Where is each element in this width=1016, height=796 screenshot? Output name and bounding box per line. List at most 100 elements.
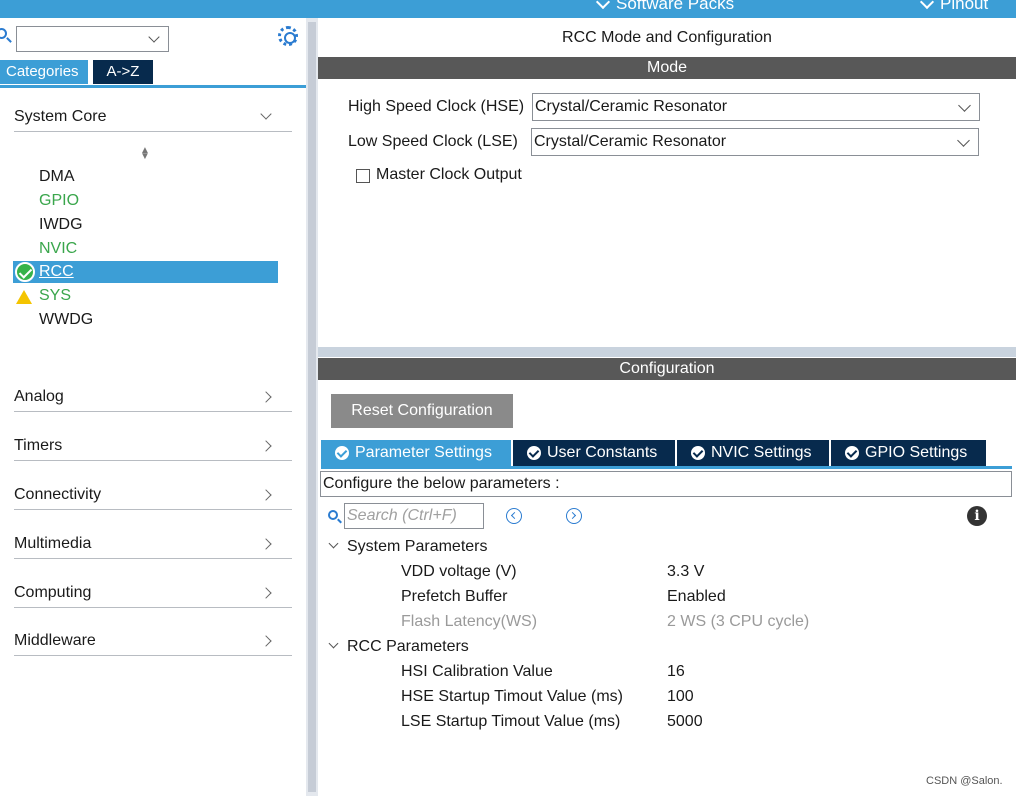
pinout-menu[interactable]: Pinout bbox=[919, 0, 989, 14]
tab-parameter-settings[interactable]: Parameter Settings bbox=[321, 440, 511, 466]
watermark: CSDN @Salon. bbox=[926, 775, 1003, 787]
info-icon[interactable]: i bbox=[967, 506, 987, 526]
previous-match-icon[interactable] bbox=[506, 508, 522, 524]
chevron-down-icon bbox=[595, 0, 611, 10]
check-circle-icon bbox=[335, 446, 349, 460]
category-label: Analog bbox=[14, 388, 64, 405]
sort-icon[interactable]: ▲ ▼ bbox=[140, 146, 150, 162]
category-connectivity[interactable]: Connectivity bbox=[14, 480, 292, 510]
category-label: Timers bbox=[14, 437, 63, 454]
search-icon bbox=[328, 510, 338, 520]
param-name[interactable]: Prefetch Buffer bbox=[401, 585, 507, 609]
category-system-core[interactable]: System Core bbox=[14, 102, 292, 132]
sidebar-item-wwdg[interactable]: WWDG bbox=[39, 309, 93, 331]
param-name[interactable]: LSE Startup Timout Value (ms) bbox=[401, 710, 620, 734]
chevron-right-icon bbox=[260, 538, 272, 550]
param-value[interactable]: 16 bbox=[667, 660, 685, 684]
scrollbar-thumb[interactable] bbox=[308, 22, 316, 792]
group-label: RCC Parameters bbox=[347, 638, 469, 655]
left-panel-scrollbar[interactable] bbox=[306, 18, 318, 796]
category-label: Multimedia bbox=[14, 535, 92, 552]
param-name[interactable]: HSE Startup Timout Value (ms) bbox=[401, 685, 623, 709]
category-search-row bbox=[0, 26, 306, 52]
tab-gpio-settings[interactable]: GPIO Settings bbox=[831, 440, 986, 466]
chevron-down-icon bbox=[328, 638, 339, 649]
hse-select[interactable]: Crystal/Ceramic Resonator bbox=[532, 93, 980, 121]
mode-section-header: Mode bbox=[318, 57, 1016, 79]
tab-label: NVIC Settings bbox=[711, 444, 812, 461]
param-name[interactable]: HSI Calibration Value bbox=[401, 660, 553, 684]
sidebar-item-iwdg[interactable]: IWDG bbox=[39, 214, 83, 236]
master-clock-output-checkbox[interactable] bbox=[356, 169, 370, 183]
tab-label: User Constants bbox=[547, 444, 658, 461]
tab-underline bbox=[321, 466, 1012, 469]
hse-select-value: Crystal/Ceramic Resonator bbox=[535, 98, 728, 115]
hse-label: High Speed Clock (HSE) bbox=[348, 98, 525, 115]
category-timers[interactable]: Timers bbox=[14, 431, 292, 461]
sidebar-item-gpio[interactable]: GPIO bbox=[39, 190, 79, 212]
lse-select[interactable]: Crystal/Ceramic Resonator bbox=[531, 128, 979, 156]
chevron-right-icon bbox=[260, 440, 272, 452]
category-analog[interactable]: Analog bbox=[14, 382, 292, 412]
check-circle-icon bbox=[691, 446, 705, 460]
reset-configuration-button[interactable]: Reset Configuration bbox=[331, 394, 513, 428]
chevron-down-icon bbox=[260, 108, 272, 120]
top-menu-bar: Software Packs Pinout bbox=[0, 0, 1016, 18]
tab-nvic-settings[interactable]: NVIC Settings bbox=[677, 440, 829, 466]
tab-label: Parameter Settings bbox=[355, 444, 492, 461]
group-system-parameters[interactable]: System Parameters bbox=[328, 535, 488, 559]
next-match-icon[interactable] bbox=[566, 508, 582, 524]
chevron-down-icon bbox=[328, 538, 339, 549]
param-name[interactable]: VDD voltage (V) bbox=[401, 560, 517, 584]
chevron-down-icon[interactable] bbox=[148, 31, 160, 43]
configuration-section-header: Configuration bbox=[318, 358, 1016, 380]
chevron-down-icon bbox=[919, 0, 935, 10]
master-clock-output-label: Master Clock Output bbox=[376, 166, 522, 183]
category-label: Middleware bbox=[14, 632, 96, 649]
sidebar-item-dma[interactable]: DMA bbox=[39, 166, 75, 188]
category-label: Connectivity bbox=[14, 486, 102, 503]
param-value[interactable]: Enabled bbox=[667, 585, 726, 609]
panel-splitter[interactable] bbox=[318, 347, 1016, 357]
search-icon bbox=[0, 28, 7, 39]
warning-icon bbox=[16, 290, 32, 304]
category-search-combo[interactable] bbox=[16, 26, 169, 52]
group-rcc-parameters[interactable]: RCC Parameters bbox=[328, 635, 469, 659]
check-circle-icon bbox=[845, 446, 859, 460]
param-value[interactable]: 3.3 V bbox=[667, 560, 704, 584]
category-tabs: Categories A->Z bbox=[0, 60, 153, 84]
sidebar-item-rcc[interactable]: RCC bbox=[13, 261, 278, 283]
tab-categories[interactable]: Categories bbox=[0, 60, 88, 84]
param-value: 2 WS (3 CPU cycle) bbox=[667, 613, 810, 630]
category-computing[interactable]: Computing bbox=[14, 578, 292, 608]
tab-user-constants[interactable]: User Constants bbox=[513, 440, 675, 466]
check-circle-icon bbox=[15, 262, 35, 282]
gear-icon[interactable] bbox=[278, 26, 298, 46]
chevron-right-icon bbox=[260, 587, 272, 599]
parameter-search-input[interactable]: Search (Ctrl+F) bbox=[344, 503, 484, 529]
chevron-down-icon bbox=[958, 99, 971, 112]
software-packs-menu[interactable]: Software Packs bbox=[595, 0, 735, 14]
software-packs-label: Software Packs bbox=[616, 0, 735, 13]
tab-a-to-z[interactable]: A->Z bbox=[93, 60, 153, 84]
category-label: Computing bbox=[14, 584, 92, 601]
check-circle-icon bbox=[527, 446, 541, 460]
sidebar-item-rcc-label: RCC bbox=[39, 263, 74, 280]
group-label: System Parameters bbox=[347, 538, 488, 555]
lse-select-value: Crystal/Ceramic Resonator bbox=[534, 133, 727, 150]
sidebar-item-nvic[interactable]: NVIC bbox=[39, 238, 77, 260]
pinout-label: Pinout bbox=[940, 0, 989, 13]
chevron-down-icon bbox=[957, 134, 970, 147]
category-middleware[interactable]: Middleware bbox=[14, 626, 292, 656]
sidebar-item-sys[interactable]: SYS bbox=[39, 285, 71, 307]
tab-label: GPIO Settings bbox=[865, 444, 968, 461]
chevron-right-icon bbox=[260, 391, 272, 403]
param-value[interactable]: 5000 bbox=[667, 710, 703, 734]
lse-label: Low Speed Clock (LSE) bbox=[348, 133, 518, 150]
chevron-right-icon bbox=[260, 489, 272, 501]
configure-instructions: Configure the below parameters : bbox=[320, 471, 1012, 497]
category-multimedia[interactable]: Multimedia bbox=[14, 529, 292, 559]
stm32cubemx-window: Software Packs Pinout Categories A->Z Sy… bbox=[0, 0, 1016, 796]
param-value[interactable]: 100 bbox=[667, 685, 694, 709]
param-name: Flash Latency(WS) bbox=[401, 613, 538, 630]
